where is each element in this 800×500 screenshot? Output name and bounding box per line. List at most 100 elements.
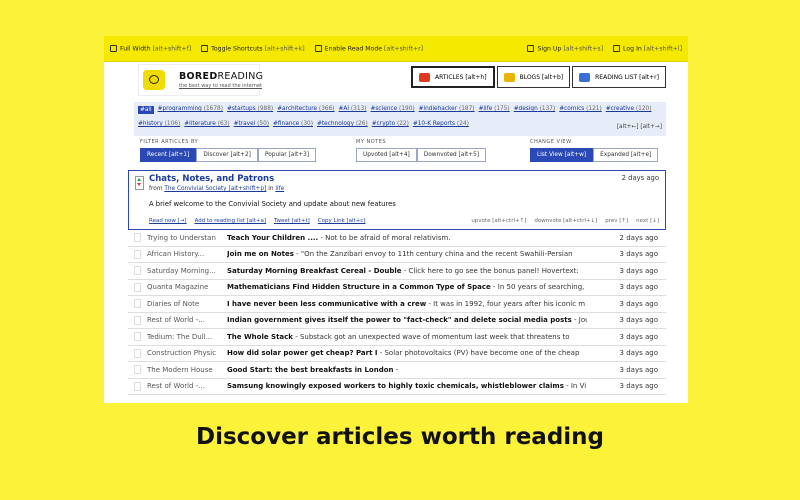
toolbar-item[interactable]: Toggle Shortcuts [alt+shift+k]: [201, 44, 305, 52]
article-source[interactable]: Quanta Magazine: [147, 283, 227, 291]
toolbar-label: Log In: [623, 45, 644, 53]
vote-box-icon[interactable]: [134, 365, 141, 375]
article-row[interactable]: The Modern House Good Start: the best bre…: [128, 362, 666, 379]
article-source[interactable]: Trying to Understan: [147, 234, 227, 242]
featured-date: 2 days ago: [621, 174, 659, 182]
toolbar-item[interactable]: Full Width [alt+shift+f]: [110, 44, 191, 52]
article-title-line[interactable]: How did solar power get cheap? Part I - …: [227, 349, 587, 357]
tag-link[interactable]: #startups (988): [227, 106, 273, 114]
article-title-line[interactable]: Join me on Notes - "On the Zanzibari env…: [227, 250, 587, 258]
featured-description: A brief welcome to the Convivial Society…: [149, 200, 396, 208]
tag-link[interactable]: #literature (63): [184, 121, 229, 127]
article-date: 3 days ago: [619, 283, 658, 292]
article-title-line[interactable]: Good Start: the best breakfasts in Londo…: [227, 366, 587, 374]
nav-button[interactable]: BLOGS [alt+b]: [496, 66, 571, 88]
notes-label: MY NOTES: [356, 139, 387, 145]
site-logo[interactable]: BOREDREADING the best way to read the in…: [138, 64, 263, 96]
vote-box-icon[interactable]: [134, 233, 141, 243]
featured-action-link[interactable]: Tweet [alt+t]: [274, 218, 310, 224]
tag-link[interactable]: #life (175): [479, 106, 510, 114]
article-source[interactable]: The Modern House: [147, 366, 227, 374]
tag-link[interactable]: #crypto (22): [372, 121, 409, 127]
tag-link[interactable]: #10-K Reports (24): [413, 121, 469, 127]
tag-link[interactable]: #comics (121): [559, 106, 602, 114]
vote-box-icon[interactable]: [134, 332, 141, 342]
vote-box-icon[interactable]: [134, 299, 141, 309]
article-date: 3 days ago: [619, 316, 658, 325]
toolbar-item[interactable]: Sign Up [alt+shift+s]: [527, 44, 603, 52]
nav-button[interactable]: ARTICLES [alt+h]: [411, 66, 495, 88]
article-source[interactable]: Rest of World -...: [147, 382, 227, 390]
article-row[interactable]: Rest of World -... Samsung knowingly expo…: [128, 379, 666, 395]
featured-nav-action[interactable]: prev [↑]: [605, 218, 628, 224]
tag-link[interactable]: #programming (1678): [158, 106, 223, 114]
vote-box-icon[interactable]: [134, 266, 141, 276]
article-row[interactable]: Construction Physic How did solar power g…: [128, 346, 666, 362]
article-row[interactable]: Quanta Magazine Mathematicians Find Hidde…: [128, 280, 666, 296]
article-excerpt: - Click here to go see the bonus panel! …: [401, 266, 579, 275]
article-row[interactable]: Rest of World -... Indian government give…: [128, 313, 666, 329]
tag-link[interactable]: #technology (26): [317, 121, 368, 127]
toolbar-shortcut: [alt+shift+r]: [384, 45, 424, 53]
tag-link[interactable]: #science (190): [371, 106, 415, 114]
article-title-line[interactable]: Samsung knowingly exposed workers to hig…: [227, 382, 587, 390]
featured-tag-link[interactable]: life: [275, 186, 284, 192]
tag-link[interactable]: #AI (313): [339, 106, 367, 114]
article-source[interactable]: Diaries of Note: [147, 300, 227, 308]
nav-button[interactable]: READING LIST [alt+r]: [572, 66, 666, 88]
article-title-line[interactable]: Indian government gives itself the power…: [227, 316, 587, 324]
article-title-line[interactable]: Mathematicians Find Hidden Structure in …: [227, 283, 587, 291]
featured-action-link[interactable]: Read now [→]: [149, 218, 187, 224]
filter-button[interactable]: Recent [alt+1]: [140, 148, 197, 162]
article-row[interactable]: Tedium: The Dull... The Whole Stack - Sub…: [128, 329, 666, 346]
article-title: Join me on Notes: [227, 250, 294, 259]
article-row[interactable]: Saturday Morning... Saturday Morning Brea…: [128, 263, 666, 280]
article-row[interactable]: African History... Join me on Notes - "On…: [128, 247, 666, 263]
filter-button[interactable]: Upvoted [alt+4]: [356, 148, 417, 162]
filter-button[interactable]: Downvoted [alt+5]: [416, 148, 487, 162]
toolbar-item[interactable]: Enable Read Mode [alt+shift+r]: [314, 44, 424, 53]
article-excerpt: - "On the Zanzibari envoy to 11th centur…: [293, 250, 573, 259]
article-title-line[interactable]: Saturday Morning Breakfast Cereal - Doub…: [227, 267, 587, 275]
filter-controls: FILTER ARTICLES BY Recent [alt+1] Discove…: [134, 139, 666, 165]
filter-button[interactable]: Discover [alt+2]: [196, 148, 258, 162]
vote-box-icon[interactable]: [134, 381, 141, 391]
article-source[interactable]: Rest of World -...: [147, 316, 227, 324]
article-source[interactable]: Construction Physic: [147, 349, 227, 357]
featured-action-link[interactable]: Add to reading list [alt+a]: [195, 218, 266, 224]
vote-arrows-icon[interactable]: [135, 176, 144, 190]
featured-nav-action[interactable]: next [↓]: [636, 218, 659, 224]
article-title-line[interactable]: Teach Your Children .... - Not to be afr…: [227, 234, 587, 242]
tag-link[interactable]: #architecture (366): [277, 106, 334, 114]
featured-action-link[interactable]: Copy Link [alt+c]: [318, 218, 366, 224]
featured-source-link[interactable]: The Convivial Society [alt+shift+p]: [164, 186, 266, 192]
tag-link[interactable]: #history (106): [138, 121, 180, 127]
tag-link[interactable]: #creative (120): [606, 106, 652, 114]
article-source[interactable]: Saturday Morning...: [147, 267, 227, 275]
article-row[interactable]: Diaries of Note I have never been less co…: [128, 296, 666, 313]
toolbar-item[interactable]: Log In [alt+shift+l]: [613, 44, 682, 53]
lion-logo-icon: [143, 70, 165, 90]
article-source[interactable]: African History...: [147, 250, 227, 258]
article-title-line[interactable]: The Whole Stack - Substack got an unexpe…: [227, 333, 587, 341]
featured-title[interactable]: Chats, Notes, and Patrons: [149, 174, 274, 184]
filter-button[interactable]: List View [alt+w]: [530, 148, 594, 162]
filter-button[interactable]: Expanded [alt+e]: [593, 148, 659, 162]
featured-article[interactable]: Chats, Notes, and Patrons from The Convi…: [128, 170, 666, 230]
vote-box-icon[interactable]: [134, 315, 141, 325]
tag-link[interactable]: #travel (50): [234, 121, 269, 127]
article-source[interactable]: Tedium: The Dull...: [147, 333, 227, 341]
article-row[interactable]: Trying to Understan Teach Your Children .…: [128, 230, 666, 247]
tag-link[interactable]: #finance (30): [273, 121, 313, 127]
article-excerpt: - Substack got an unexpected wave of mom…: [292, 332, 570, 341]
featured-nav-action[interactable]: downvote [alt+ctrl+↓]: [534, 218, 597, 224]
tag-link[interactable]: #design (137): [514, 106, 556, 114]
vote-box-icon[interactable]: [134, 282, 141, 292]
article-title-line[interactable]: I have never been less communicative wit…: [227, 300, 587, 308]
tag-link[interactable]: #indiehacker (187): [419, 106, 475, 114]
tag-link[interactable]: #all: [138, 106, 154, 114]
vote-box-icon[interactable]: [134, 249, 141, 259]
filter-button[interactable]: Popular [alt+3]: [257, 148, 317, 162]
featured-nav-action[interactable]: upvote [alt+ctrl+↑]: [471, 218, 526, 224]
vote-box-icon[interactable]: [134, 348, 141, 358]
